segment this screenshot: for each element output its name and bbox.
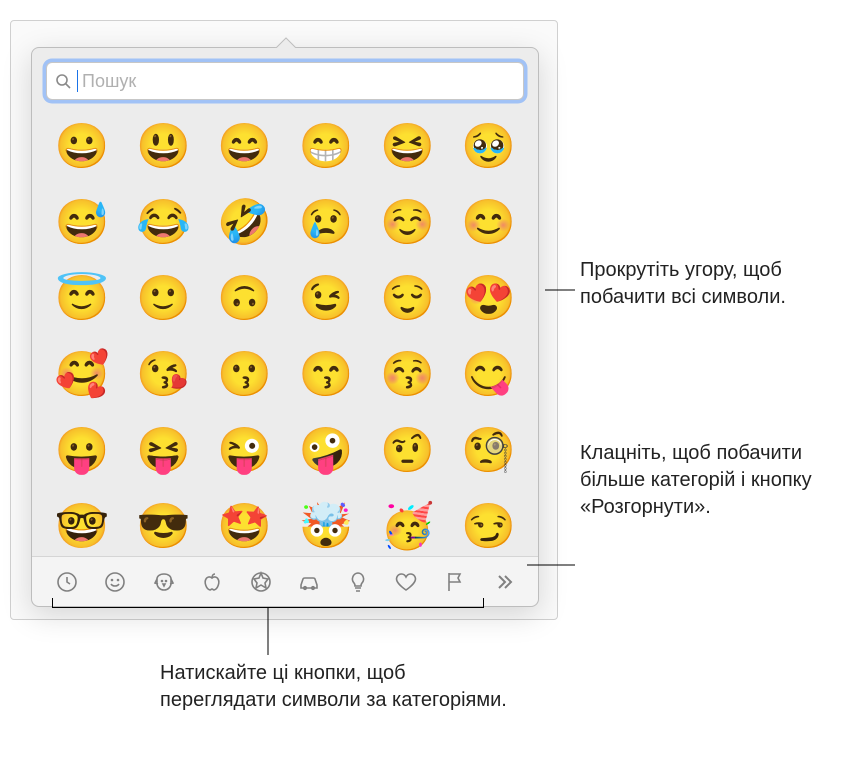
emoji-cell[interactable]: 🤓: [55, 500, 109, 554]
bulb-icon: [346, 570, 370, 594]
emoji-cell[interactable]: 🙂: [136, 272, 190, 326]
emoji-cell[interactable]: ☺️: [380, 196, 434, 250]
emoji-cell[interactable]: 🥹: [461, 120, 515, 174]
chevrons-icon: [491, 570, 515, 594]
heart-icon: [394, 570, 418, 594]
search-field[interactable]: [46, 62, 524, 100]
emoji-cell[interactable]: 🤯: [299, 500, 353, 554]
emoji-cell[interactable]: 😙: [299, 348, 353, 402]
emoji-cell[interactable]: 😊: [461, 196, 515, 250]
emoji-cell[interactable]: 😀: [55, 120, 109, 174]
emoji-cell[interactable]: 😍: [461, 272, 515, 326]
emoji-cell[interactable]: 😂: [136, 196, 190, 250]
emoji-popover: 😀 😃 😄 😁 😆 🥹 😅 😂 🤣 😢 ☺️ 😊 😇 🙂 🙃 😉 😌 😍 🥰 😘 😗 😙 😚 😋 😛 😝 😜 🤪 🤨 🧐 🤓 😎 🤩 🤯 🥳 😏: [31, 47, 539, 607]
category-animals-button[interactable]: [146, 564, 182, 600]
emoji-cell[interactable]: 🥰: [55, 348, 109, 402]
category-more-button[interactable]: [485, 564, 521, 600]
emoji-cell[interactable]: 😁: [299, 120, 353, 174]
emoji-cell[interactable]: 😘: [136, 348, 190, 402]
car-icon: [297, 570, 321, 594]
emoji-cell[interactable]: 🤩: [217, 500, 271, 554]
emoji-cell[interactable]: 😌: [380, 272, 434, 326]
category-bracket: [52, 598, 484, 608]
flag-icon: [443, 570, 467, 594]
category-activity-button[interactable]: [243, 564, 279, 600]
popover-arrow: [274, 37, 296, 48]
emoji-cell[interactable]: 🤨: [380, 424, 434, 478]
emoji-cell[interactable]: 😉: [299, 272, 353, 326]
emoji-cell[interactable]: 😝: [136, 424, 190, 478]
emoji-cell[interactable]: 😋: [461, 348, 515, 402]
clock-icon: [55, 570, 79, 594]
category-smileys-button[interactable]: [97, 564, 133, 600]
emoji-cell[interactable]: 😇: [55, 272, 109, 326]
emoji-cell[interactable]: 😎: [136, 500, 190, 554]
emoji-cell[interactable]: 😏: [461, 500, 515, 554]
callout-categories: Натискайте ці кнопки, щоб переглядати си…: [160, 660, 520, 714]
emoji-cell[interactable]: 🥳: [380, 500, 434, 554]
emoji-cell[interactable]: 🧐: [461, 424, 515, 478]
category-travel-button[interactable]: [291, 564, 327, 600]
emoji-cell[interactable]: 😚: [380, 348, 434, 402]
emoji-cell[interactable]: 😢: [299, 196, 353, 250]
emoji-cell[interactable]: 😃: [136, 120, 190, 174]
emoji-grid: 😀 😃 😄 😁 😆 🥹 😅 😂 🤣 😢 ☺️ 😊 😇 🙂 🙃 😉 😌 😍 🥰 😘 😗 😙 😚 😋 😛 😝 😜 🤪 🤨 🧐 🤓 😎 🤩 🤯 🥳 😏: [32, 108, 538, 558]
emoji-cell[interactable]: 😛: [55, 424, 109, 478]
category-food-button[interactable]: [194, 564, 230, 600]
callout-expand: Клацніть, щоб побачити більше категорій …: [580, 440, 830, 521]
emoji-cell[interactable]: 🤣: [217, 196, 271, 250]
emoji-cell[interactable]: 🙃: [217, 272, 271, 326]
category-objects-button[interactable]: [340, 564, 376, 600]
category-recent-button[interactable]: [49, 564, 85, 600]
emoji-cell[interactable]: 😄: [217, 120, 271, 174]
category-symbols-button[interactable]: [388, 564, 424, 600]
text-caret: [77, 70, 78, 92]
category-flags-button[interactable]: [437, 564, 473, 600]
search-input[interactable]: [80, 70, 515, 93]
emoji-cell[interactable]: 😜: [217, 424, 271, 478]
screenshot-frame: 😀 😃 😄 😁 😆 🥹 😅 😂 🤣 😢 ☺️ 😊 😇 🙂 🙃 😉 😌 😍 🥰 😘 😗 😙 😚 😋 😛 😝 😜 🤪 🤨 🧐 🤓 😎 🤩 🤯 🥳 😏: [10, 20, 558, 620]
emoji-cell[interactable]: 🤪: [299, 424, 353, 478]
emoji-cell[interactable]: 😅: [55, 196, 109, 250]
soccer-icon: [249, 570, 273, 594]
search-icon: [55, 73, 71, 89]
callout-scroll: Прокрутіть угору, щоб побачити всі симво…: [580, 257, 830, 311]
apple-icon: [200, 570, 224, 594]
smiley-icon: [103, 570, 127, 594]
emoji-cell[interactable]: 😆: [380, 120, 434, 174]
dog-icon: [152, 570, 176, 594]
emoji-cell[interactable]: 😗: [217, 348, 271, 402]
